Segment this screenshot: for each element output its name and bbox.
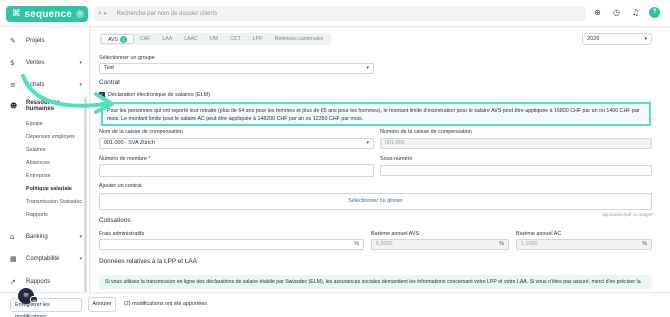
edit-icon: ✎ <box>10 37 16 45</box>
member-number-label: Numéro de membre * <box>99 156 151 162</box>
tab-laa[interactable]: LAA <box>156 34 178 44</box>
subitem-entreprise[interactable]: Entreprise <box>26 173 51 179</box>
bank-icon: ⌂ <box>10 233 15 241</box>
retirement-info-box: Pour les personnes qui ont reporté leur … <box>101 102 651 126</box>
bell-icon[interactable]: ♫ <box>630 7 641 18</box>
subitem-equipe[interactable]: Equipe <box>26 121 43 127</box>
group-select[interactable]: Test ▾ <box>99 63 374 74</box>
top-actions: ⊕ ◷ ♫ ? <box>592 7 660 18</box>
chevron-down-icon: ▾ <box>79 60 82 66</box>
chart-icon: ↗ <box>10 278 16 286</box>
caisse-name-value: 001.000 - SVA Zürich <box>104 140 155 146</box>
main-panel: AVS 1 CAF LAA LAAC IJM CCT LPP Retenues c… <box>91 28 670 317</box>
tab-retenues-cantonales[interactable]: Retenues cantonales <box>269 34 330 44</box>
sidebar-item-label: Projets <box>26 38 45 44</box>
search-bar[interactable]: ⌕ ▾ Recherche par nom de dossier clients <box>94 6 586 21</box>
logo-text: sequence <box>24 8 73 20</box>
dollar-icon: $ <box>10 59 15 67</box>
tab-label: AVS <box>108 37 118 43</box>
ac-rate-field: 1,1000 % <box>516 239 652 250</box>
lpp-section-title: Données relatives à la LPP et LAA <box>99 258 197 265</box>
tab-caf[interactable]: CAF <box>134 34 156 44</box>
chevron-down-icon: ▾ <box>644 36 647 42</box>
sidebar-item-comptabilite[interactable]: ▦ Comptabilité ▾ <box>10 254 82 264</box>
ac-rate-value: 1,1000 <box>521 241 538 247</box>
sidebar-item-label: Comptabilité <box>26 256 60 262</box>
sidebar-item-label: Banking <box>26 234 48 240</box>
tab-badge: 1 <box>120 36 127 44</box>
percent-unit: % <box>354 241 359 247</box>
add-contract-label: Ajouter un contrat <box>99 183 142 189</box>
chevron-down-icon[interactable]: ▾ <box>104 11 107 17</box>
avs-rate-value: 5,3000 <box>376 241 393 247</box>
year-value: 2026 <box>587 36 600 42</box>
year-select[interactable]: 2026 ▾ <box>582 33 652 45</box>
ac-rate-label: Barème annuel AC <box>516 231 562 237</box>
frais-label: Frais administratifs <box>99 231 145 237</box>
chevron-down-icon: ▾ <box>366 140 369 146</box>
lpp-info-box: Si vous utilisez la transmission en lign… <box>99 275 652 299</box>
sidebar-item-label: Ventes <box>26 60 45 66</box>
caisse-name-label: Nom de la caisse de compensation <box>99 129 183 135</box>
modifications-count: (2) modifications ont été apportées <box>124 301 208 307</box>
cancel-button[interactable]: Annuler <box>88 297 116 312</box>
chevron-down-icon: ▾ <box>366 65 369 71</box>
group-label: Sélectionner un groupe <box>99 55 155 61</box>
subitem-transmission-swissdec[interactable]: Transmission Swissdec <box>26 199 82 205</box>
caisse-name-select[interactable]: 001.000 - SVA Zürich ▾ <box>99 138 374 149</box>
avs-rate-field: 5,3000 % <box>371 239 509 250</box>
tab-avs[interactable]: AVS 1 <box>101 34 134 44</box>
tab-lpp[interactable]: LPP <box>247 34 269 44</box>
percent-unit: % <box>642 241 647 247</box>
upload-hint: application/pdf ou image/* <box>602 212 654 217</box>
subnumber-input[interactable] <box>380 165 652 176</box>
elm-label: Déclaration électronique de salaires (EL… <box>108 92 210 98</box>
caisse-number-field: 001.000 <box>380 138 652 149</box>
subitem-depenses-employes[interactable]: Dépenses employés <box>26 134 75 140</box>
sidebar-item-projets[interactable]: ✎ Projets <box>10 36 82 46</box>
sequence-logo[interactable]: ⌘ sequence ⌾ <box>6 6 88 22</box>
workspace-switch-icon[interactable]: ⌾ <box>76 10 84 18</box>
tab-ijm[interactable]: IJM <box>204 34 224 44</box>
chevron-down-icon: ▾ <box>79 256 82 262</box>
subitem-rapports[interactable]: Rapports <box>26 212 48 218</box>
caisse-number-label: Numéro de la caisse de compensation <box>380 129 472 135</box>
pointer-arrow-icon <box>21 74 114 114</box>
logo-mark-icon: ⌘ <box>12 9 21 19</box>
clock-icon[interactable]: ◷ <box>611 7 622 18</box>
avs-rate-label: Barème annuel AVS <box>371 231 420 237</box>
sidebar-scrollbar[interactable] <box>84 97 87 297</box>
tab-cct[interactable]: CCT <box>224 34 247 44</box>
percent-unit: % <box>499 241 504 247</box>
subitem-salaires[interactable]: Salaires <box>26 147 45 153</box>
top-bar: ⌘ sequence ⌾ ⌕ ▾ Recherche par nom de do… <box>0 0 670 27</box>
tab-laac[interactable]: LAAC <box>178 34 204 44</box>
subitem-absences[interactable]: Absences <box>26 160 50 166</box>
sidebar-item-rapports[interactable]: ↗ Rapports <box>10 277 82 287</box>
cotisations-section-title: Cotisations <box>99 217 131 224</box>
sidebar-item-ventes[interactable]: $ Ventes ▾ <box>10 58 82 68</box>
avatar[interactable]: ? <box>649 7 660 18</box>
tab-bar: AVS 1 CAF LAA LAAC IJM CCT LPP Retenues c… <box>99 33 332 45</box>
subitem-politique-salariale[interactable]: Politique salariale <box>26 186 72 192</box>
chevron-down-icon: ▾ <box>79 234 82 240</box>
sidebar-item-label: Rapports <box>26 279 51 285</box>
add-circle-icon[interactable]: ⊕ <box>592 7 603 18</box>
chat-badge: 46 <box>30 296 38 303</box>
subnumber-label: Sous-numéro <box>380 156 413 162</box>
search-input[interactable]: Recherche par nom de dossier clients <box>116 11 217 17</box>
search-icon: ⌕ <box>98 9 102 17</box>
calculator-icon: ▦ <box>10 255 17 263</box>
bottom-bar: Enregistrer les modifications Annuler (2… <box>0 292 670 317</box>
member-number-input[interactable] <box>99 164 374 177</box>
frais-input[interactable]: % <box>99 239 364 250</box>
contract-upload-dropzone[interactable]: Sélectionner ou glisser <box>99 193 652 210</box>
sidebar-item-banking[interactable]: ⌂ Banking ▾ <box>10 232 82 242</box>
